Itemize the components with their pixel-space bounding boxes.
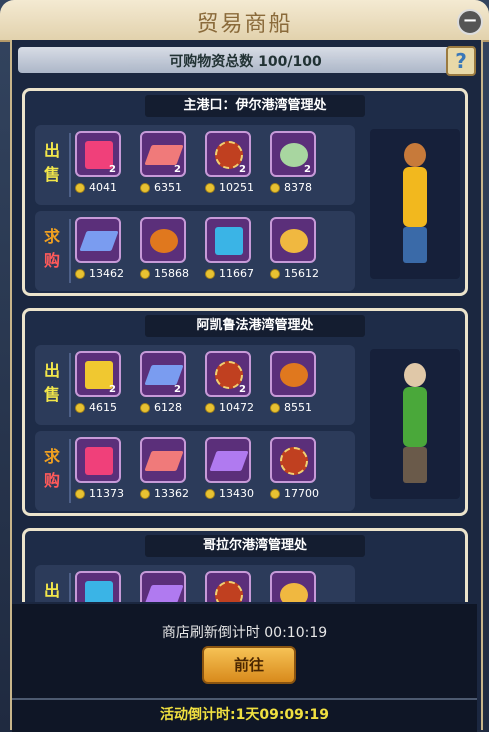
help-button[interactable]: ? <box>446 46 476 76</box>
port-name: 阿凯鲁法港湾管理处 <box>145 315 365 337</box>
sell-label: 出售 <box>43 141 60 184</box>
blue-cloth-icon <box>79 231 119 251</box>
item-slot[interactable]: 13430 <box>205 437 255 511</box>
buy-row: 求购 13462 15868 11667 15612 <box>35 211 355 291</box>
item-slot[interactable] <box>75 571 125 602</box>
port-name: 主港口：伊尔港湾管理处 <box>145 95 365 117</box>
window-title: 贸易商船 <box>196 12 293 37</box>
coin-icon <box>270 183 280 193</box>
port-card-3: 哥拉尔港湾管理处 出售 <box>22 528 468 602</box>
event-countdown-bar: 活动倒计时:1天09:09:19 <box>12 698 477 726</box>
port-card-1: 主港口：伊尔港湾管理处 出售 2 4041 2 6351 2 10251 2 8378 … <box>22 88 468 296</box>
item-slot[interactable]: 11373 <box>75 437 125 511</box>
sell-label: 出售 <box>43 581 60 600</box>
npc-body <box>403 167 427 227</box>
npc-portrait <box>370 129 460 279</box>
npc-legs <box>403 227 427 263</box>
item-slot[interactable]: 11667 <box>205 217 255 291</box>
sell-row: 出售 <box>35 565 355 602</box>
total-supplies-text: 可购物资总数 100/100 <box>169 54 322 70</box>
orange-cake-icon <box>150 229 178 253</box>
port-list[interactable]: 主港口：伊尔港湾管理处 出售 2 4041 2 6351 2 10251 2 8378 … <box>18 82 473 602</box>
item-slot[interactable]: 15868 <box>140 217 190 291</box>
purple-cloth-icon <box>144 585 184 602</box>
item-slot[interactable]: 8551 <box>270 351 320 425</box>
fire-orb-icon <box>280 447 308 475</box>
total-supplies-bar: 可购物资总数 100/100 <box>18 47 473 73</box>
sell-row: 出售 2 4615 2 6128 2 10472 8551 <box>35 345 355 425</box>
refresh-countdown: 商店刷新倒计时 00:10:19 <box>161 625 328 641</box>
blue-gift-box-icon <box>85 581 113 602</box>
coin-icon <box>75 269 85 279</box>
coin-icon <box>205 489 215 499</box>
coin-icon <box>140 269 150 279</box>
sell-row: 出售 2 4041 2 6351 2 10251 2 8378 <box>35 125 355 205</box>
item-slot[interactable] <box>140 571 190 602</box>
item-slot[interactable]: 15612 <box>270 217 320 291</box>
coin-icon <box>270 489 280 499</box>
coin-icon <box>140 489 150 499</box>
row-divider <box>69 219 71 283</box>
title-bar: 贸易商船 − <box>0 0 489 42</box>
npc-body <box>403 387 427 447</box>
port-name: 哥拉尔港湾管理处 <box>145 535 365 557</box>
row-divider <box>69 353 71 417</box>
port-card-2: 阿凯鲁法港湾管理处 出售 2 4615 2 6128 2 10472 8551 求购 … <box>22 308 468 516</box>
red-cloth-icon <box>144 145 184 165</box>
row-divider <box>69 133 71 197</box>
buy-label: 求购 <box>43 447 60 490</box>
orange-cake-icon <box>280 363 308 387</box>
coin-icon <box>205 269 215 279</box>
npc-head <box>404 143 426 167</box>
sell-label: 出售 <box>43 361 60 404</box>
coin-icon <box>270 269 280 279</box>
item-slot[interactable]: 2 6128 <box>140 351 190 425</box>
coin-icon <box>140 403 150 413</box>
purple-cloth-icon <box>209 451 249 471</box>
go-button[interactable]: 前往 <box>202 646 296 684</box>
coin-icon <box>140 183 150 193</box>
item-slot[interactable]: 17700 <box>270 437 320 511</box>
coin-icon <box>75 403 85 413</box>
coin-icon <box>75 489 85 499</box>
item-slot[interactable]: 2 8378 <box>270 131 320 205</box>
item-slot[interactable] <box>270 571 320 602</box>
item-slot[interactable] <box>205 571 255 602</box>
coin-icon <box>205 403 215 413</box>
row-divider <box>69 573 71 602</box>
item-slot[interactable]: 13462 <box>75 217 125 291</box>
footer-panel: 商店刷新倒计时 00:10:19 前往 活动倒计时:1天09:09:19 <box>12 604 477 732</box>
trade-ship-window: 贸易商船 − 可购物资总数 100/100 ? 主港口：伊尔港湾管理处 出售 2… <box>0 0 489 732</box>
close-button[interactable]: − <box>457 9 483 35</box>
gift-box-icon <box>85 447 113 475</box>
red-cloth-icon <box>144 451 184 471</box>
item-slot[interactable]: 2 10251 <box>205 131 255 205</box>
coin-icon <box>75 183 85 193</box>
blue-cloth-icon <box>144 365 184 385</box>
npc-head <box>404 363 426 387</box>
item-slot[interactable]: 2 4615 <box>75 351 125 425</box>
buy-label: 求购 <box>43 227 60 270</box>
coin-icon <box>270 403 280 413</box>
fire-orb-icon <box>215 581 243 602</box>
row-divider <box>69 439 71 503</box>
npc-legs <box>403 447 427 483</box>
coin-icon <box>205 183 215 193</box>
yellow-cake-icon <box>280 229 308 253</box>
buy-row: 求购 11373 13362 13430 17700 <box>35 431 355 511</box>
yellow-cake-icon <box>280 583 308 602</box>
item-slot[interactable]: 2 10472 <box>205 351 255 425</box>
blue-gift-box-icon <box>215 227 243 255</box>
item-slot[interactable]: 2 6351 <box>140 131 190 205</box>
item-slot[interactable]: 2 4041 <box>75 131 125 205</box>
npc-portrait <box>370 349 460 499</box>
event-countdown: 活动倒计时:1天09:09:19 <box>160 707 329 723</box>
item-slot[interactable]: 13362 <box>140 437 190 511</box>
